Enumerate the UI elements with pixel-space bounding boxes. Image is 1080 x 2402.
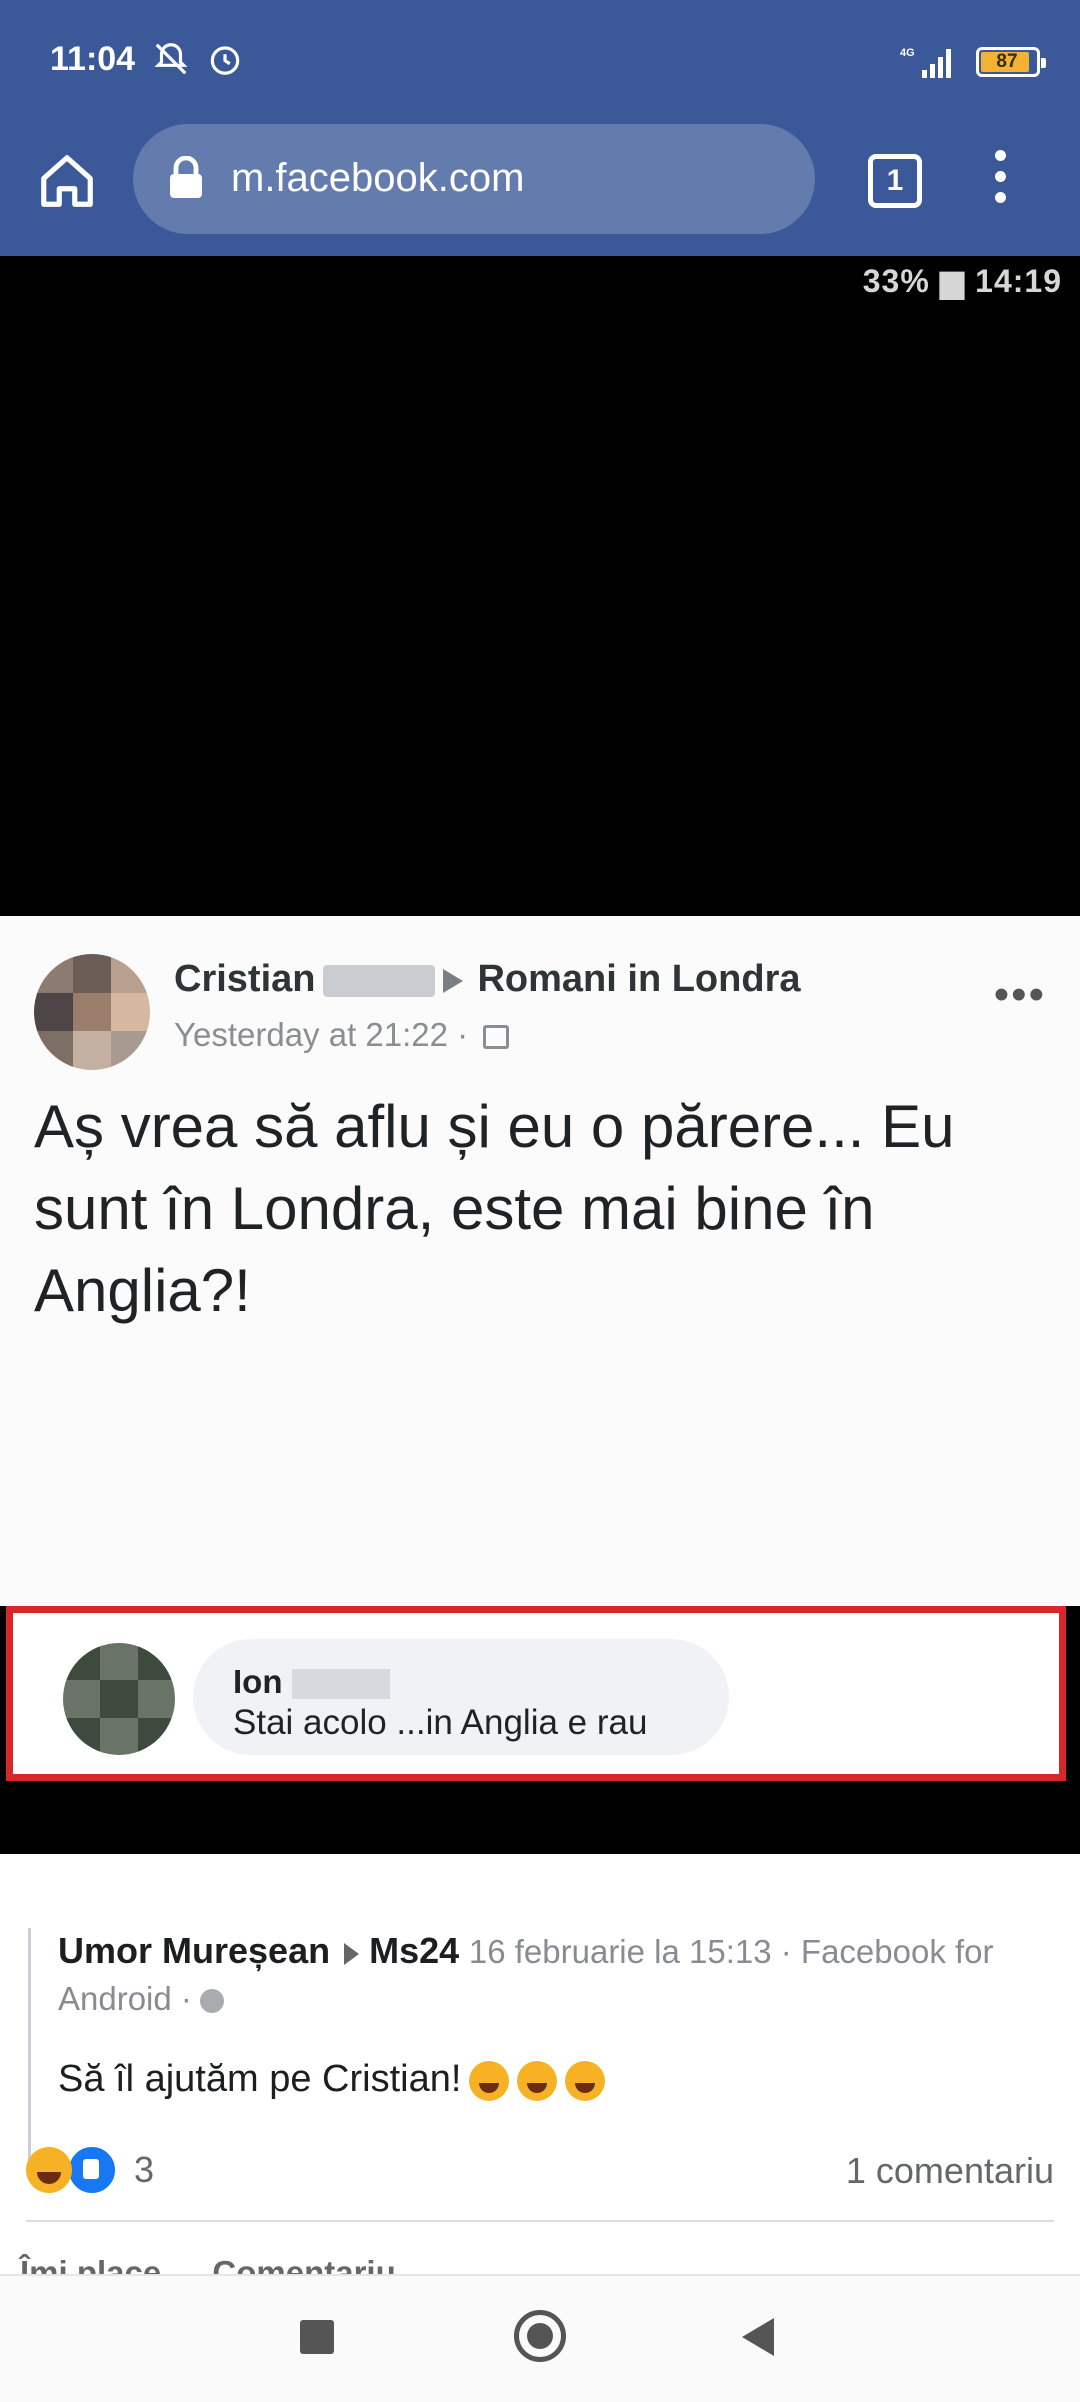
post-author-link[interactable]: Umor Mureșean [58, 1930, 330, 1971]
battery-icon: 87 [976, 47, 1046, 77]
divider [26, 2220, 1054, 2222]
home-nav-icon[interactable] [514, 2310, 566, 2362]
system-nav-bar [0, 2274, 1080, 2402]
status-time: 11:04 [50, 40, 136, 78]
lock-icon [170, 156, 202, 198]
comment-text: Stai acolo ...in Anglia e rau [233, 1703, 648, 1742]
alarm-icon [210, 46, 240, 75]
image-post-text: Aș vrea să aflu și eu o părere... Eu sun… [34, 1093, 955, 1324]
battery-level: 87 [996, 51, 1018, 72]
blurred-surname [323, 964, 436, 997]
status-icons-left [152, 40, 244, 78]
svg-text:4G: 4G [900, 47, 915, 59]
rofl-emoji-icon [565, 2060, 606, 2101]
like-reaction-icon [66, 2144, 118, 2196]
blurred-surname [292, 1669, 391, 1700]
post-group-link[interactable]: Ms24 [369, 1930, 459, 1971]
image-status-text: 33% ▆ 14:19 [862, 263, 1062, 299]
haha-reaction-icon [26, 2147, 72, 2193]
post-date[interactable]: 16 februarie la 15:13 · Facebook for [469, 1933, 994, 1970]
status-bar: 11:04 4G 87 [0, 0, 1080, 120]
status-icons-right: 4G 87 [898, 44, 1046, 80]
image-post-author: Cristian [174, 958, 316, 1000]
image-post-group: Romani in Londra [477, 958, 801, 1000]
post-image[interactable]: 33% ▆ 14:19 Cristian Romani in Londra Yes… [0, 256, 1080, 1854]
globe-icon [199, 1989, 224, 2014]
quote-line [28, 1928, 31, 2172]
post-details: Umor Mureșean Ms24 16 februarie la 15:13 … [0, 1854, 1080, 2291]
home-icon[interactable] [36, 150, 98, 212]
comments-count-link[interactable]: 1 comentariu [846, 2150, 1054, 2192]
group-icon [483, 1025, 510, 1050]
image-post-card: Cristian Romani in Londra Yesterday at 21… [0, 916, 1080, 1781]
post-source: Android · [58, 1980, 224, 2018]
reaction-count: 3 [134, 2149, 155, 2190]
image-post-time: Yesterday at 21:22 · [174, 1016, 510, 1054]
post-meta: Umor Mureșean Ms24 16 februarie la 15:13 … [58, 1930, 994, 1972]
recents-icon[interactable] [300, 2320, 334, 2354]
address-bar[interactable]: m.facebook.com [133, 124, 815, 234]
rofl-emoji-icon [517, 2060, 558, 2101]
comment-bubble: Ion Stai acolo ...in Anglia e rau [193, 1639, 729, 1755]
tab-switcher-button[interactable]: 1 [868, 154, 922, 208]
image-post-avatar [34, 954, 150, 1070]
post-caption: Să îl ajutăm pe Cristian! [58, 2058, 606, 2101]
overflow-menu-icon[interactable] [990, 150, 1010, 210]
arrow-right-icon [344, 1942, 360, 1965]
image-post-header: Cristian Romani in Londra [174, 958, 800, 1001]
comment-avatar [63, 1643, 175, 1755]
back-icon[interactable] [742, 2318, 774, 2356]
signal-icon: 4G [900, 47, 951, 78]
arrow-right-icon [443, 968, 464, 993]
browser-toolbar: m.facebook.com 1 [0, 120, 1080, 256]
comment-author: Ion [233, 1663, 391, 1701]
image-post-more-icon: ••• [993, 970, 1046, 1019]
url-text: m.facebook.com [231, 156, 525, 200]
rofl-emoji-icon [469, 2060, 510, 2101]
reactions-summary[interactable]: 3 [26, 2144, 154, 2196]
notifications-off-icon [154, 43, 188, 75]
highlighted-comment: Ion Stai acolo ...in Anglia e rau [6, 1606, 1066, 1781]
